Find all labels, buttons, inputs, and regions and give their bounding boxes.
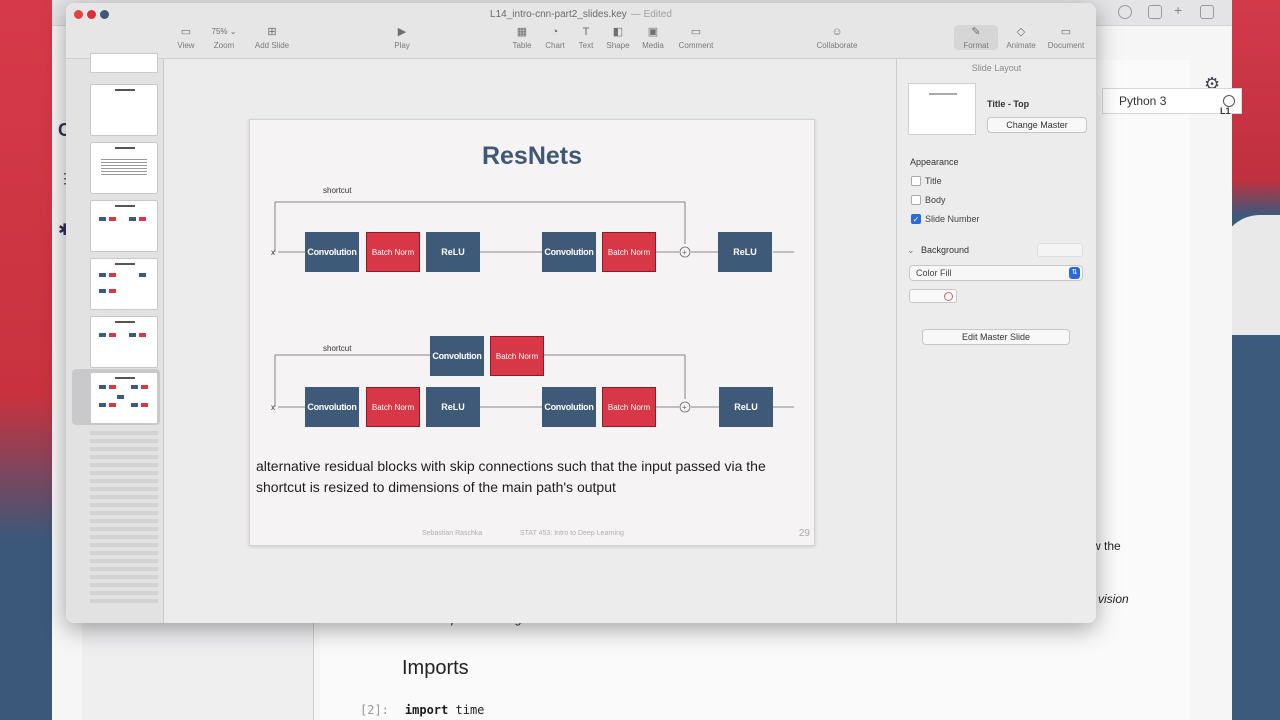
media-icon: ▣	[647, 26, 659, 38]
slide-number: 29	[798, 528, 810, 539]
code-cell[interactable]: [2]: import time	[360, 703, 484, 717]
shortcut-label: shortcut	[323, 186, 352, 195]
document-icon: ▭	[1060, 26, 1072, 38]
keynote-window: L14_intro-cnn-part2_slides.key — Edited ▭…	[66, 3, 1096, 623]
shortcut-label: shortcut	[323, 344, 352, 353]
title-checkbox-label: Title	[925, 176, 942, 186]
title-checkbox[interactable]	[911, 176, 921, 186]
slide-caption[interactable]: alternative residual blocks with skip co…	[256, 456, 812, 498]
relu-block[interactable]: ReLU	[426, 387, 480, 427]
collaborate-button[interactable]: ☺ Collaborate	[812, 25, 862, 50]
batchnorm-block[interactable]: Batch Norm	[366, 232, 420, 272]
inspector-header: Slide Layout	[971, 63, 1022, 73]
footer-course: STAT 453: Intro to Deep Learning	[520, 530, 624, 537]
plus-icon[interactable]: +	[1174, 2, 1188, 18]
shortcut-batchnorm-block[interactable]: Batch Norm	[490, 336, 544, 376]
batchnorm-block[interactable]: Batch Norm	[602, 232, 656, 272]
document-button[interactable]: ▭ Document	[1044, 25, 1088, 50]
relu-block[interactable]: ReLU	[719, 387, 773, 427]
slide-number-checkbox-label: Slide Number	[925, 214, 980, 224]
circle-icon[interactable]	[1118, 5, 1132, 19]
master-name: Title - Top	[987, 99, 1030, 109]
cell-prompt: [2]:	[360, 703, 389, 717]
conv-block[interactable]: Convolution	[305, 232, 359, 272]
add-slide-button[interactable]: ⊞ Add Slide	[250, 25, 294, 50]
format-icon: ✎	[971, 26, 981, 38]
media-button[interactable]: ▣ Media	[631, 25, 675, 50]
relu-block[interactable]: ReLU	[718, 232, 772, 272]
slide-thumbnail[interactable]	[90, 258, 158, 310]
format-button[interactable]: ✎ Format	[954, 25, 998, 50]
animate-button[interactable]: ◇ Animate	[999, 25, 1043, 50]
add-slide-icon: ⊞	[267, 26, 277, 38]
background-preview[interactable]	[1037, 243, 1083, 257]
play-button[interactable]: ▶ Play	[380, 25, 424, 50]
kernel-name: Python 3	[1119, 94, 1167, 108]
logo-text: L1	[1220, 106, 1231, 116]
imports-heading: Imports	[402, 657, 469, 679]
input-x-label: x	[271, 403, 275, 412]
code-module: time	[455, 703, 485, 717]
background-section[interactable]: Background	[921, 245, 969, 255]
body-checkbox[interactable]	[911, 195, 921, 205]
document-title: L14_intro-cnn-part2_slides.key — Edited	[490, 9, 672, 20]
play-icon: ▶	[397, 26, 407, 38]
slide-thumbnail[interactable]	[90, 142, 158, 194]
change-master-button[interactable]: Change Master	[987, 117, 1087, 133]
fill-type-select[interactable]: Color Fill ⇅	[909, 265, 1083, 281]
svg-text:+: +	[682, 403, 687, 412]
collaborate-icon: ☺	[831, 26, 843, 38]
keynote-toolbar: L14_intro-cnn-part2_slides.key — Edited ▭…	[66, 3, 1096, 59]
batchnorm-block[interactable]: Batch Norm	[602, 387, 656, 427]
slide-navigator	[66, 53, 164, 623]
shortcut-conv-block[interactable]: Convolution	[430, 336, 484, 376]
conv-block[interactable]: Convolution	[542, 387, 596, 427]
comment-button[interactable]: ▭ Comment	[674, 25, 718, 50]
edit-master-slide-button[interactable]: Edit Master Slide	[922, 329, 1070, 345]
color-picker-icon[interactable]	[944, 292, 953, 301]
conv-block[interactable]: Convolution	[542, 232, 596, 272]
appearance-section: Appearance	[910, 157, 959, 167]
share-icon[interactable]	[1148, 5, 1162, 19]
slide-thumbnail[interactable]	[90, 53, 158, 73]
slide-thumbnail[interactable]	[90, 84, 158, 136]
chevron-down-icon[interactable]: ⌄	[907, 245, 915, 256]
animate-icon: ◇	[1016, 26, 1026, 38]
svg-text:+: +	[682, 248, 687, 257]
body-checkbox-label: Body	[925, 195, 946, 205]
select-arrows-icon: ⇅	[1069, 267, 1080, 279]
tabs-icon[interactable]	[1200, 5, 1214, 19]
master-thumbnail[interactable]	[908, 83, 976, 135]
footer-author: Sebastian Raschka	[422, 530, 483, 537]
zoom-button[interactable]: 75% ⌄ Zoom	[202, 25, 246, 50]
input-x-label: x	[271, 248, 275, 257]
format-inspector: Slide Layout Title - Top Change Master A…	[896, 59, 1096, 623]
batchnorm-block[interactable]: Batch Norm	[366, 387, 420, 427]
comment-icon: ▭	[690, 26, 702, 38]
code-keyword: import	[404, 703, 449, 717]
slide-thumbnail[interactable]	[90, 316, 158, 368]
notebook-text-fragment: w the	[1092, 539, 1121, 553]
conv-block[interactable]: Convolution	[305, 387, 359, 427]
slide[interactable]: ResNets + + shortcut x Convolution Batch…	[249, 119, 815, 546]
relu-block[interactable]: ReLU	[426, 232, 480, 272]
color-well[interactable]	[909, 289, 957, 303]
slide-number-checkbox[interactable]: ✓	[911, 214, 921, 224]
slide-thumbnail-current[interactable]	[90, 372, 158, 424]
slide-thumbnail[interactable]	[90, 200, 158, 252]
